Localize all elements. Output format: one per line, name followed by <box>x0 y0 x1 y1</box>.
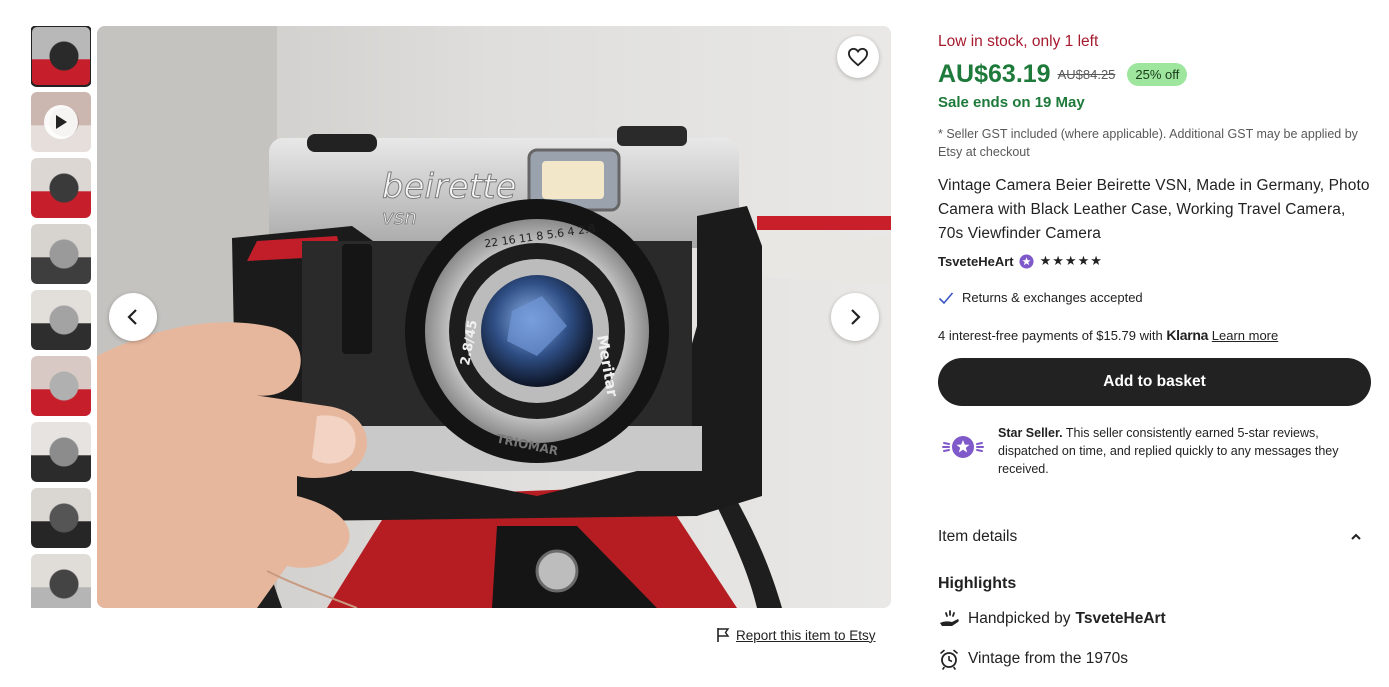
alarm-clock-icon <box>940 649 958 670</box>
chevron-up-icon <box>1351 533 1361 540</box>
stock-status: Low in stock, only 1 left <box>938 33 1099 50</box>
rating-stars[interactable]: ★★★★★ <box>1040 253 1103 269</box>
klarna-payments: 4 interest-free payments of $15.79 with … <box>938 327 1278 343</box>
product-main-image[interactable]: beirette vsn 22 16 11 8 5.6 4 2.8 Merita… <box>97 26 891 608</box>
star-seller-description: Star Seller. This seller consistently ea… <box>998 424 1370 478</box>
flag-icon <box>717 628 730 642</box>
thumbnail-preview <box>31 290 91 350</box>
thumbnail-image[interactable] <box>31 158 91 218</box>
thumbnail-preview <box>31 554 91 608</box>
sale-price: AU$63.19 <box>938 60 1051 88</box>
hand-icon <box>940 610 959 626</box>
sale-end-date: Sale ends on 19 May <box>938 94 1085 111</box>
thumbnail-preview <box>31 422 91 482</box>
next-image-button[interactable] <box>831 293 879 341</box>
thumbnail-preview <box>31 488 91 548</box>
thumbnail-rail <box>31 26 91 608</box>
highlight-vintage: Vintage from the 1970s <box>938 648 1128 670</box>
thumbnail-image[interactable] <box>31 356 91 416</box>
camera-photo: beirette vsn 22 16 11 8 5.6 4 2.8 Merita… <box>97 26 891 608</box>
gst-note: * Seller GST included (where applicable)… <box>938 127 1358 159</box>
add-to-basket-button[interactable]: Add to basket <box>938 358 1371 406</box>
vintage-text: Vintage from the 1970s <box>968 650 1128 667</box>
seller-row: TsveteHeArt ★★★★★ <box>938 253 1103 269</box>
play-icon <box>44 105 78 139</box>
previous-image-button[interactable] <box>109 293 157 341</box>
item-details-label: Item details <box>938 528 1018 545</box>
heart-icon <box>847 47 869 67</box>
price-row: AU$63.19 AU$84.25 25% off <box>938 60 1188 89</box>
item-details-toggle[interactable]: Item details <box>938 528 1371 546</box>
handpicked-prefix: Handpicked by <box>968 610 1071 627</box>
star-seller-icon <box>942 436 984 458</box>
handpicked-seller: TsveteHeArt <box>1075 610 1166 627</box>
report-item-link[interactable]: Report this item to Etsy <box>716 627 876 643</box>
highlights-heading: Highlights <box>938 575 1017 592</box>
thumbnail-preview <box>31 356 91 416</box>
thumbnail-image[interactable] <box>31 224 91 284</box>
thumbnail-preview <box>31 158 91 218</box>
star-seller-badge-icon <box>1019 253 1034 269</box>
thumbnail-image[interactable] <box>31 554 91 608</box>
returns-policy: Returns & exchanges accepted <box>938 290 1143 305</box>
thumbnail-image[interactable] <box>31 488 91 548</box>
chevron-left-icon <box>127 309 137 325</box>
thumbnail-preview <box>31 224 91 284</box>
chevron-right-icon <box>851 309 861 325</box>
thumbnail-video[interactable] <box>31 92 91 152</box>
thumbnail-image[interactable] <box>31 26 91 87</box>
thumbnail-image[interactable] <box>31 290 91 350</box>
report-link-text[interactable]: Report this item to Etsy <box>736 628 876 643</box>
check-icon <box>938 291 954 304</box>
thumbnail-preview <box>31 26 91 86</box>
seller-name-link[interactable]: TsveteHeArt <box>938 254 1014 269</box>
klarna-learn-more-link[interactable]: Learn more <box>1212 328 1278 343</box>
discount-badge: 25% off <box>1127 63 1188 86</box>
returns-text: Returns & exchanges accepted <box>962 290 1143 305</box>
listing-title: Vintage Camera Beier Beirette VSN, Made … <box>938 177 1370 242</box>
camera-brand-text: beirette <box>382 167 516 207</box>
favorite-button[interactable] <box>837 36 879 78</box>
klarna-text: 4 interest-free payments of $15.79 with <box>938 328 1167 343</box>
klarna-logo: Klarna <box>1166 327 1209 343</box>
star-seller-label: Star Seller. <box>998 426 1063 440</box>
original-price: AU$84.25 <box>1057 67 1116 82</box>
svg-text:vsn: vsn <box>382 205 417 229</box>
highlight-handpicked: Handpicked by TsveteHeArt <box>938 609 1166 629</box>
thumbnail-image[interactable] <box>31 422 91 482</box>
